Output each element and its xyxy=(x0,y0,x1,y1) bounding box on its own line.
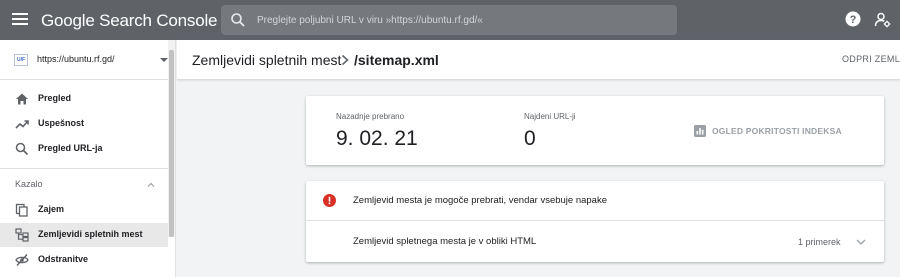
home-icon xyxy=(16,93,28,105)
sidebar-item-label: Uspešnost xyxy=(38,118,85,128)
error-icon xyxy=(323,194,336,207)
help-icon[interactable]: ? xyxy=(845,11,861,27)
last-read-label: Nazadnje prebrano xyxy=(336,112,405,121)
visibility-off-icon xyxy=(15,254,29,266)
chevron-up-icon xyxy=(147,182,155,187)
chevron-down-icon[interactable] xyxy=(856,238,866,246)
top-app-bar: Google Search Console ? xyxy=(0,0,900,40)
svg-text:?: ? xyxy=(850,14,857,26)
bar-chart-icon xyxy=(694,125,706,137)
property-url: https://ubuntu.rf.gd/ xyxy=(37,54,115,64)
property-logo: U/F xyxy=(14,54,28,66)
trending-up-icon xyxy=(15,120,29,129)
scrollbar-thumb[interactable] xyxy=(169,50,174,237)
sidebar-item-label: Pregled URL-ja xyxy=(38,143,103,153)
page-title: /sitemap.xml xyxy=(354,52,439,68)
url-inspection-input[interactable] xyxy=(257,5,667,35)
breadcrumb-sitemaps[interactable]: Zemljevidi spletnih mest xyxy=(192,52,341,68)
sidebar-item-url-inspection[interactable]: Pregled URL-ja xyxy=(0,137,168,161)
sitemap-stats-card: Nazadnje prebrano 9. 02. 21 Najdeni URL-… xyxy=(306,96,884,165)
sitemap-issues-card: Zemljevid mesta je mogoče prebrati, vend… xyxy=(306,181,884,262)
page-header: Zemljevidi spletnih mest /sitemap.xml OD… xyxy=(177,40,900,80)
search-bar[interactable] xyxy=(221,5,677,35)
search-icon xyxy=(231,13,245,27)
sidebar-scrollbar[interactable] xyxy=(168,40,175,237)
sidebar-item-overview[interactable]: Pregled xyxy=(0,87,168,111)
issue-instance-count: 1 primerek xyxy=(798,237,841,247)
issue-detail-row[interactable]: Zemljevid spletnega mesta je v obliki HT… xyxy=(306,222,884,262)
sidebar-item-performance[interactable]: Uspešnost xyxy=(0,112,168,136)
property-selector[interactable]: U/F https://ubuntu.rf.gd/ xyxy=(0,40,176,80)
sidebar-item-label: Odstranitve xyxy=(38,254,89,264)
last-read-value: 9. 02. 21 xyxy=(336,127,418,150)
copy-icon xyxy=(15,203,28,217)
section-label: Kazalo xyxy=(15,179,43,189)
sidebar-item-removals[interactable]: Odstranitve xyxy=(0,248,168,272)
sidebar-item-label: Zemljevidi spletnih mest xyxy=(38,229,143,239)
issue-detail-message: Zemljevid spletnega mesta je v obliki HT… xyxy=(353,236,537,247)
sidebar: U/F https://ubuntu.rf.gd/ Pregled Uspešn… xyxy=(0,40,176,277)
error-summary-row: Zemljevid mesta je mogoče prebrati, vend… xyxy=(306,181,884,221)
search-icon xyxy=(15,142,29,156)
urls-found-value: 0 xyxy=(524,127,536,150)
section-index-header[interactable]: Kazalo xyxy=(0,173,168,197)
sidebar-divider xyxy=(0,168,168,169)
chevron-right-icon xyxy=(341,54,349,66)
sidebar-item-label: Zajem xyxy=(38,204,65,214)
dropdown-caret-icon xyxy=(160,58,168,62)
coverage-button-label: OGLED POKRITOSTI INDEKSA xyxy=(712,126,842,136)
menu-icon[interactable] xyxy=(10,10,30,30)
urls-found-label: Najdeni URL-ji xyxy=(524,112,576,121)
app-title[interactable]: Google Search Console xyxy=(41,11,218,31)
see-index-coverage-button[interactable]: OGLED POKRITOSTI INDEKSA xyxy=(694,123,842,139)
sidebar-item-sitemaps[interactable]: Zemljevidi spletnih mest xyxy=(0,223,168,247)
sidebar-item-coverage[interactable]: Zajem xyxy=(0,198,168,222)
manage-account-icon[interactable] xyxy=(874,11,892,29)
open-sitemap-link[interactable]: ODPRI ZEMLJE xyxy=(842,54,900,64)
sitemap-icon xyxy=(15,228,29,242)
error-message: Zemljevid mesta je mogoče prebrati, vend… xyxy=(353,195,607,206)
sidebar-item-label: Pregled xyxy=(38,93,72,103)
